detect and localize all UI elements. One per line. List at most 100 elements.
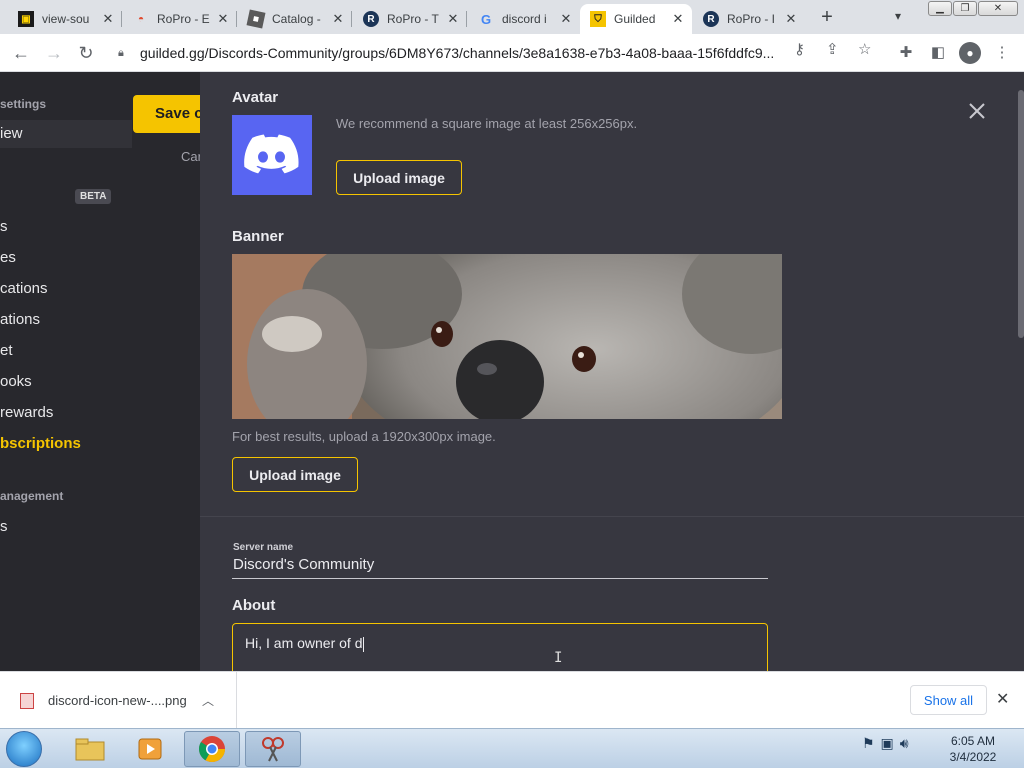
tab-title: RoPro - I <box>727 12 776 26</box>
server-name-label: Server name <box>233 542 294 553</box>
download-bar: discord-icon-new-....png ︿ Show all ✕ <box>0 671 1024 729</box>
avatar-label: Avatar <box>232 89 279 106</box>
guilded-icon: ⛉ <box>590 11 606 27</box>
tab-strip: ▣ view-sou ✕ ◓ RoPro - E ✕ ■ Catalog - ✕… <box>0 0 1024 34</box>
tab-ropro-i[interactable]: R RoPro - I ✕ <box>693 4 805 34</box>
tab-title: view-sou <box>42 12 90 26</box>
chevron-up-icon[interactable]: ︿ <box>202 692 214 709</box>
forward-arrow-icon[interactable]: → <box>42 41 66 65</box>
sidebar-item-overview[interactable]: iew <box>0 120 132 148</box>
beta-badge: BETA <box>75 189 112 204</box>
tab-google-search[interactable]: G discord i ✕ <box>468 4 580 34</box>
key-icon[interactable]: ⚷ <box>794 40 805 58</box>
taskbar-clock[interactable]: 6:05 AM 3/4/2022 <box>935 733 1011 765</box>
address-bar[interactable]: 🔒︎ guilded.gg/Discords-Community/groups/… <box>108 38 848 68</box>
sidebar-section-settings: settings <box>0 97 47 111</box>
tab-title: RoPro - E <box>157 12 210 26</box>
about-text: Hi, I am owner of d <box>245 635 363 651</box>
cancel-link[interactable]: Car <box>181 149 202 164</box>
tab-search-chevron-icon[interactable]: ▾ <box>895 9 901 23</box>
url-text[interactable]: guilded.gg/Discords-Community/groups/6DM… <box>140 45 780 61</box>
close-icon[interactable]: ✕ <box>215 11 231 27</box>
text-caret <box>362 636 364 652</box>
about-textarea[interactable]: Hi, I am owner of d <box>232 623 768 671</box>
clock-date: 3/4/2022 <box>949 750 997 764</box>
avatar-hint: We recommend a square image at least 256… <box>336 116 638 131</box>
download-file-name: discord-icon-new-....png <box>48 693 187 708</box>
side-panel-icon[interactable]: ◧ <box>927 42 949 64</box>
close-icon[interactable]: ✕ <box>445 11 461 27</box>
system-tray-icons[interactable]: ⚑▣🔊︎ <box>862 735 915 752</box>
koala-banner-icon <box>232 254 782 419</box>
reload-icon[interactable]: ↻ <box>74 41 98 65</box>
share-icon[interactable]: ⇪ <box>826 40 839 58</box>
extensions-icon[interactable]: ✚ <box>895 42 917 64</box>
close-icon[interactable] <box>966 100 988 122</box>
media-player-icon[interactable] <box>122 731 178 767</box>
snipping-tool-icon[interactable] <box>245 731 301 767</box>
banner-image[interactable] <box>232 254 782 419</box>
banner-upload-button[interactable]: Upload image <box>232 457 358 492</box>
close-icon[interactable]: ✕ <box>330 11 346 27</box>
tab-view-source[interactable]: ▣ view-sou ✕ <box>8 4 122 34</box>
ibeam-cursor-icon: I <box>554 650 563 666</box>
image-file-icon <box>20 692 34 709</box>
tab-title: Catalog - <box>272 12 321 26</box>
tab-title: discord i <box>502 12 547 26</box>
catalog-icon: ■ <box>246 9 266 29</box>
tab-catalog[interactable]: ■ Catalog - ✕ <box>238 4 352 34</box>
site-icon: ▣ <box>18 11 34 27</box>
restore-icon[interactable]: ❐ <box>953 1 977 16</box>
discord-logo-icon <box>244 134 299 174</box>
windows-start-icon[interactable] <box>6 731 42 767</box>
minimize-icon[interactable]: ▁ <box>928 1 952 16</box>
sidebar-item-webhooks[interactable]: ooks <box>0 373 32 390</box>
sidebar-item-integrations[interactable]: ations <box>0 311 40 328</box>
file-explorer-icon[interactable] <box>62 731 118 767</box>
show-all-button[interactable]: Show all <box>910 685 987 715</box>
sidebar-item-applications[interactable]: cations <box>0 280 48 297</box>
download-item[interactable]: discord-icon-new-....png ︿ <box>0 672 237 729</box>
banner-hint: For best results, upload a 1920x300px im… <box>232 429 496 444</box>
sidebar-item[interactable]: et <box>0 342 13 359</box>
lock-icon: 🔒︎ <box>118 46 124 59</box>
close-icon[interactable]: ✕ <box>100 11 116 27</box>
ropro-icon: R <box>363 11 379 27</box>
sidebar-item-subscriptions[interactable]: bscriptions <box>0 435 81 452</box>
menu-kebab-icon[interactable]: ⋮ <box>991 42 1013 64</box>
page-scrollbar[interactable] <box>1018 90 1024 338</box>
avatar-upload-button[interactable]: Upload image <box>336 160 462 195</box>
section-divider <box>200 516 1024 517</box>
chrome-taskbar-icon[interactable] <box>184 731 240 767</box>
star-icon[interactable]: ☆ <box>858 40 871 58</box>
close-icon[interactable]: ✕ <box>783 11 799 27</box>
sidebar-item[interactable]: s <box>0 518 8 535</box>
ropro-icon: ◓ <box>137 13 145 25</box>
new-tab-button[interactable]: + <box>816 7 838 29</box>
tab-ropro-e[interactable]: ◓ RoPro - E ✕ <box>123 4 237 34</box>
server-overview-modal: Avatar We recommend a square image at le… <box>200 72 1024 671</box>
sidebar-item-rewards[interactable]: rewards <box>0 404 53 421</box>
close-icon[interactable]: ✕ <box>996 689 1009 709</box>
back-arrow-icon[interactable]: ← <box>9 41 33 65</box>
profile-avatar-icon[interactable]: ● <box>959 42 981 64</box>
about-label: About <box>232 597 276 614</box>
server-settings-sidebar: settings iew BETA s es cations ations et… <box>0 72 213 671</box>
sidebar-item[interactable]: s <box>0 218 8 235</box>
sidebar-section-management: anagement <box>0 489 64 503</box>
server-name-input[interactable]: Discord's Community <box>232 556 768 579</box>
sidebar-item[interactable]: es <box>0 249 16 266</box>
window-close-icon[interactable]: ✕ <box>978 1 1018 16</box>
windows-taskbar: ⚑▣🔊︎ 6:05 AM 3/4/2022 <box>0 728 1024 768</box>
banner-label: Banner <box>232 228 284 245</box>
close-icon[interactable]: ✕ <box>558 11 574 27</box>
ropro-icon: R <box>703 11 719 27</box>
google-icon: G <box>480 11 492 27</box>
tab-guilded[interactable]: ⛉ Guilded ✕ <box>580 4 692 34</box>
close-icon[interactable]: ✕ <box>670 11 686 27</box>
tab-ropro-t[interactable]: R RoPro - T ✕ <box>353 4 467 34</box>
tab-title: Guilded <box>614 12 656 26</box>
clock-time: 6:05 AM <box>950 734 996 748</box>
browser-toolbar: ← → ↻ 🔒︎ guilded.gg/Discords-Community/g… <box>0 34 1024 72</box>
avatar-image[interactable] <box>232 115 312 195</box>
